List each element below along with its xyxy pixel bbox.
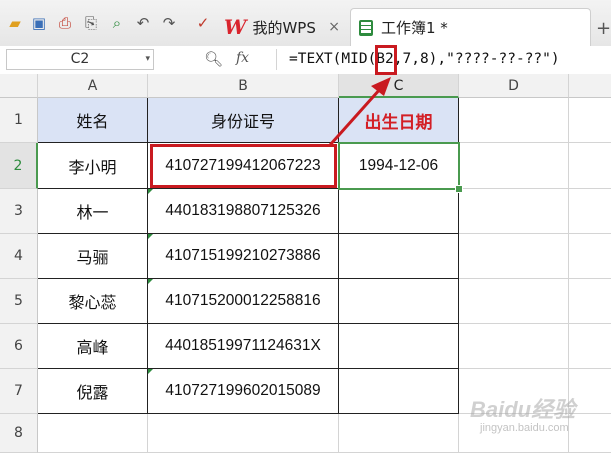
cell-e4[interactable] [569, 234, 611, 279]
cell-d6[interactable] [459, 324, 569, 369]
print-icon[interactable]: ⎘ [82, 14, 100, 32]
cell-d1[interactable] [459, 98, 569, 143]
number-as-text-indicator [148, 189, 153, 194]
row-header-8[interactable]: 8 [0, 414, 38, 453]
new-tab-icon[interactable]: + [596, 18, 611, 39]
cell-b3-text: 440183198807125326 [165, 202, 321, 219]
cell-b1[interactable]: 身份证号 [148, 98, 339, 143]
cell-a6[interactable]: 高峰 [38, 324, 148, 369]
column-header-e[interactable] [569, 74, 611, 98]
row-header-5[interactable]: 5 [0, 279, 38, 324]
cell-c1[interactable]: 出生日期 [339, 98, 459, 143]
cell-d2[interactable] [459, 143, 569, 189]
number-as-text-indicator [148, 279, 153, 284]
cell-c8[interactable] [339, 414, 459, 453]
column-header-a[interactable]: A [38, 74, 148, 98]
row-header-4[interactable]: 4 [0, 234, 38, 279]
cell-b8[interactable] [148, 414, 339, 453]
cell-e6[interactable] [569, 324, 611, 369]
cell-b4[interactable]: 410715199210273886 [148, 234, 339, 279]
number-as-text-indicator [148, 234, 153, 239]
formula-input[interactable]: =TEXT(MID(B2,7,8),"????-??-??") [276, 49, 611, 70]
cell-d3[interactable] [459, 189, 569, 234]
cell-a7[interactable]: 倪露 [38, 369, 148, 414]
cell-b4-text: 410715199210273886 [165, 247, 321, 264]
wps-logo-icon: W [224, 15, 247, 39]
close-tab-icon[interactable]: × [328, 19, 340, 35]
tab-workbook[interactable]: 工作簿1 * [350, 8, 591, 46]
row-header-7[interactable]: 7 [0, 369, 38, 414]
cell-b6[interactable]: 44018519971124631X [148, 324, 339, 369]
cell-c2[interactable]: 1994-12-06 [339, 143, 459, 189]
row-header-2[interactable]: 2 [0, 143, 38, 189]
cell-d5[interactable] [459, 279, 569, 324]
function-icon[interactable]: fx [236, 50, 249, 66]
cell-e2[interactable] [569, 143, 611, 189]
cell-c4[interactable] [339, 234, 459, 279]
watermark-logo: Baidu经验 [470, 397, 576, 422]
column-header-b[interactable]: B [148, 74, 339, 98]
format-painter-icon[interactable]: ✓ [194, 14, 212, 32]
watermark-url: jingyan.baidu.com [480, 422, 569, 434]
cell-a2[interactable]: 李小明 [38, 143, 148, 189]
cell-b5-text: 410715200012258816 [165, 292, 321, 309]
spreadsheet-icon [359, 19, 373, 36]
redo-icon[interactable]: ↷ [160, 14, 178, 32]
cell-a8[interactable] [38, 414, 148, 453]
chevron-down-icon[interactable]: ▾ [145, 50, 150, 69]
cell-c6[interactable] [339, 324, 459, 369]
cell-c5[interactable] [339, 279, 459, 324]
cell-c3[interactable] [339, 189, 459, 234]
column-header-c[interactable]: C [339, 74, 459, 98]
cell-b2[interactable]: 410727199412067223 [148, 143, 339, 189]
cell-e8[interactable] [569, 414, 611, 453]
name-box-value: C2 [70, 51, 90, 67]
name-box[interactable]: C2 ▾ [6, 49, 154, 70]
save-icon[interactable]: ▣ [30, 14, 48, 32]
cell-e1[interactable] [569, 98, 611, 143]
tab-label: 我的WPS [252, 18, 316, 37]
cell-b7[interactable]: 410727199602015089 [148, 369, 339, 414]
title-bar: ▰ ▣ ⎙ ⎘ ⌕ ↶ ↷ ✓ W 我的WPS × 工作簿1 * + [0, 0, 611, 47]
row-header-1[interactable]: 1 [0, 98, 38, 143]
fill-handle[interactable] [455, 185, 463, 193]
cell-a5[interactable]: 黎心蕊 [38, 279, 148, 324]
number-as-text-indicator [148, 369, 153, 374]
tab-label: 工作簿1 * [381, 19, 448, 37]
cell-e7[interactable] [569, 369, 611, 414]
cell-b5[interactable]: 410715200012258816 [148, 279, 339, 324]
cell-a1[interactable]: 姓名 [38, 98, 148, 143]
cell-b7-text: 410727199602015089 [165, 382, 321, 399]
tab-my-wps[interactable]: W 我的WPS × [218, 8, 348, 46]
select-all-corner[interactable] [0, 74, 38, 98]
folder-open-icon[interactable]: ▰ [6, 14, 24, 32]
cell-b3[interactable]: 440183198807125326 [148, 189, 339, 234]
row-header-6[interactable]: 6 [0, 324, 38, 369]
cell-d4[interactable] [459, 234, 569, 279]
column-header-d[interactable]: D [459, 74, 569, 98]
cell-c7[interactable] [339, 369, 459, 414]
print-preview-icon[interactable]: ⌕ [108, 14, 126, 32]
cell-a4[interactable]: 马骊 [38, 234, 148, 279]
cell-a3[interactable]: 林一 [38, 189, 148, 234]
cell-e5[interactable] [569, 279, 611, 324]
cell-e3[interactable] [569, 189, 611, 234]
row-header-3[interactable]: 3 [0, 189, 38, 234]
search-icon[interactable]: 🔍︎ [204, 50, 223, 68]
formula-bar: C2 ▾ 🔍︎ fx =TEXT(MID(B2,7,8),"????-??-??… [0, 46, 611, 75]
export-pdf-icon[interactable]: ⎙ [56, 14, 74, 32]
undo-icon[interactable]: ↶ [134, 14, 152, 32]
